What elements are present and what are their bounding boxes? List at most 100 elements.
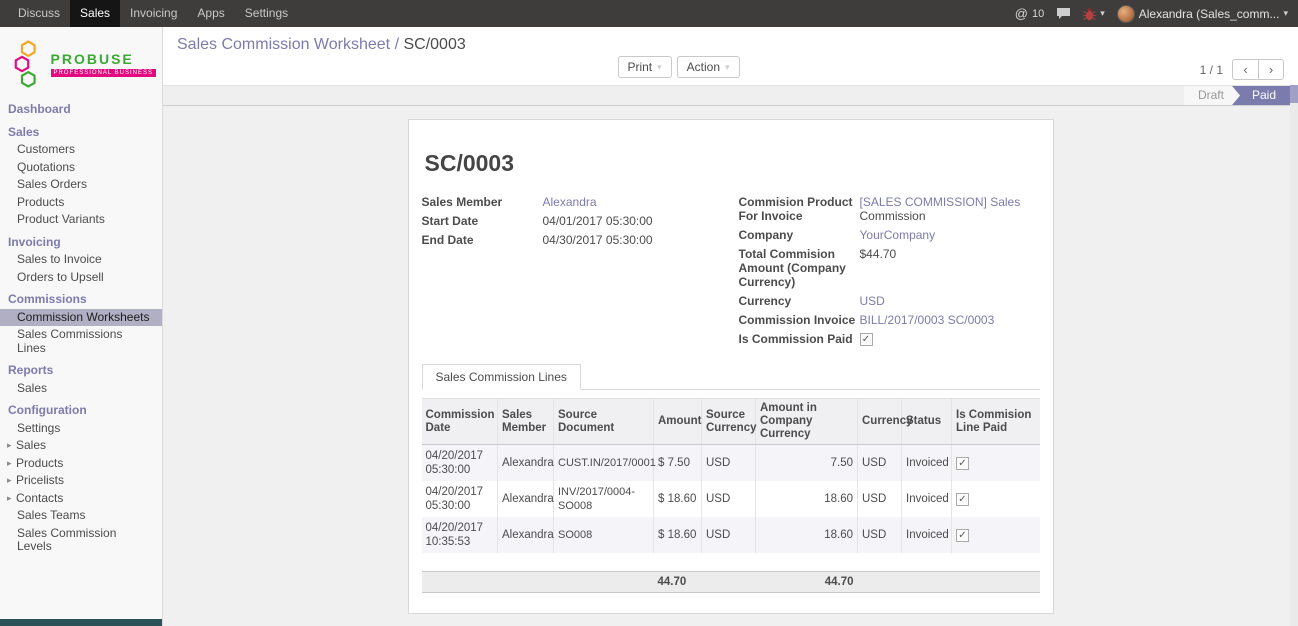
app-logo[interactable]: PROBUSE PROFESSIONAL BUSINESS (0, 27, 162, 99)
field-label-start-date: Start Date (422, 214, 539, 228)
pager-next-button[interactable]: › (1258, 59, 1284, 80)
debug-menu-button[interactable]: ▾ (1083, 7, 1105, 21)
chat-icon (1056, 7, 1071, 20)
sidebar-item-product-variants[interactable]: Product Variants (0, 211, 162, 229)
nav-menu-discuss[interactable]: Discuss (8, 0, 70, 27)
cell-line-paid: ✓ (952, 517, 1040, 553)
cell-status: Invoiced (902, 481, 952, 517)
sidebar-heading-invoicing[interactable]: Invoicing (0, 234, 162, 252)
sidebar-item-config-settings[interactable]: Settings (0, 420, 162, 438)
sidebar-heading-dashboard[interactable]: Dashboard (0, 101, 162, 119)
sidebar-heading-reports[interactable]: Reports (0, 362, 162, 380)
sidebar-heading-commissions[interactable]: Commissions (0, 291, 162, 309)
sidebar-item-config-contacts[interactable]: ▸Contacts (0, 490, 162, 508)
cell-amount: $ 18.60 (654, 481, 702, 517)
sidebar-item-config-pricelists[interactable]: ▸Pricelists (0, 472, 162, 490)
nav-menu-apps[interactable]: Apps (187, 0, 234, 27)
line-paid-checkbox[interactable]: ✓ (956, 493, 969, 506)
control-panel: Sales Commission Worksheet / SC/0003 Pri… (163, 27, 1298, 85)
is-commission-paid-checkbox[interactable]: ✓ (860, 333, 873, 346)
breadcrumb-separator: / (395, 36, 399, 53)
currency-link[interactable]: USD (860, 294, 1040, 308)
col-header-status[interactable]: Status (902, 399, 952, 445)
table-row[interactable]: 04/20/2017 05:30:00 Alexandra INV/2017/0… (422, 481, 1040, 517)
sidebar-item-commission-worksheets[interactable]: Commission Worksheets (0, 309, 162, 327)
messages-button[interactable] (1056, 7, 1071, 20)
sidebar-item-quotations[interactable]: Quotations (0, 159, 162, 177)
sidebar-item-label: Settings (17, 422, 60, 436)
scrollbar-thumb[interactable] (1290, 85, 1298, 103)
control-panel-buttons: Print ▾ Action ▾ (617, 56, 739, 78)
status-step-draft[interactable]: Draft (1184, 86, 1240, 105)
sidebar-item-config-products[interactable]: ▸Products (0, 455, 162, 473)
sidebar-section-invoicing: Invoicing Sales to Invoice Orders to Ups… (0, 234, 162, 287)
sidebar-section-commissions: Commissions Commission Worksheets Sales … (0, 291, 162, 357)
cell-company-amount: 7.50 (756, 445, 858, 482)
check-icon: ✓ (957, 530, 968, 541)
submenu-arrow-icon: ▸ (7, 474, 16, 488)
sidebar-item-sales-to-invoice[interactable]: Sales to Invoice (0, 251, 162, 269)
company-link[interactable]: YourCompany (860, 228, 1040, 242)
status-band: Draft Paid (163, 85, 1298, 106)
is-commission-paid-value: ✓ (860, 332, 1040, 346)
field-group-left: Sales Member Alexandra Start Date 04/01/… (422, 195, 731, 346)
pager-previous-button[interactable]: ‹ (1232, 59, 1258, 80)
table-header-row: Commission Date Sales Member Source Docu… (422, 399, 1040, 445)
tab-sales-commission-lines[interactable]: Sales Commission Lines (422, 364, 581, 390)
sidebar-heading-configuration[interactable]: Configuration (0, 402, 162, 420)
sidebar-item-label: Orders to Upsell (17, 271, 104, 285)
record-title: SC/0003 (425, 150, 1040, 177)
col-header-source-document[interactable]: Source Document (554, 399, 654, 445)
action-button-label: Action (687, 60, 720, 74)
sidebar-item-sales-teams[interactable]: Sales Teams (0, 507, 162, 525)
col-header-commission-date[interactable]: Commission Date (422, 399, 498, 445)
nav-menu-sales[interactable]: Sales (70, 0, 120, 27)
cell-line-paid: ✓ (952, 445, 1040, 482)
sidebar-item-sales-commissions-lines[interactable]: Sales Commissions Lines (0, 326, 162, 357)
sidebar-item-label: Contacts (16, 492, 63, 506)
sidebar-item-config-sales[interactable]: ▸Sales (0, 437, 162, 455)
action-button[interactable]: Action ▾ (677, 56, 740, 78)
sidebar-item-customers[interactable]: Customers (0, 141, 162, 159)
table-row[interactable]: 04/20/2017 10:35:53 Alexandra SO008 $ 18… (422, 517, 1040, 553)
table-row[interactable]: 04/20/2017 05:30:00 Alexandra CUST.IN/20… (422, 445, 1040, 482)
sidebar-item-orders-to-upsell[interactable]: Orders to Upsell (0, 269, 162, 287)
sidebar: PROBUSE PROFESSIONAL BUSINESS Dashboard … (0, 27, 163, 626)
col-header-currency[interactable]: Currency (858, 399, 902, 445)
col-header-amount[interactable]: Amount (654, 399, 702, 445)
col-header-is-commission-line-paid[interactable]: Is Commision Line Paid (952, 399, 1040, 445)
sales-member-link[interactable]: Alexandra (543, 195, 731, 209)
submenu-arrow-icon: ▸ (7, 492, 16, 506)
logo-tagline: PROFESSIONAL BUSINESS (51, 69, 156, 77)
field-label-is-commission-paid: Is Commission Paid (739, 332, 856, 346)
check-icon: ✓ (861, 334, 872, 345)
nav-menu-settings[interactable]: Settings (235, 0, 298, 27)
mention-count: 10 (1032, 8, 1044, 20)
col-header-amount-company-currency[interactable]: Amount in Company Currency (756, 399, 858, 445)
cell-source-currency: USD (702, 481, 756, 517)
sidebar-item-sales-orders[interactable]: Sales Orders (0, 176, 162, 194)
col-header-sales-member[interactable]: Sales Member (498, 399, 554, 445)
commission-product-value: [SALES COMMISSION] Sales Commission (860, 195, 1040, 223)
commission-invoice-link[interactable]: BILL/2017/0003 SC/0003 (860, 313, 1040, 327)
list-footer: 44.70 44.70 (422, 571, 1040, 593)
sidebar-item-label: Commission Worksheets (17, 311, 149, 325)
line-paid-checkbox[interactable]: ✓ (956, 457, 969, 470)
sidebar-item-reports-sales[interactable]: Sales (0, 380, 162, 398)
commission-product-link[interactable]: [SALES COMMISSION] Sales (860, 195, 1021, 209)
sidebar-heading-sales[interactable]: Sales (0, 124, 162, 142)
nav-menu-invoicing[interactable]: Invoicing (120, 0, 187, 27)
line-paid-checkbox[interactable]: ✓ (956, 529, 969, 542)
status-step-paid[interactable]: Paid (1232, 86, 1290, 105)
sidebar-item-sales-commission-levels[interactable]: Sales Commission Levels (0, 525, 162, 556)
user-menu[interactable]: Alexandra (Sales_comm... ▾ (1117, 5, 1288, 23)
check-icon: ✓ (957, 494, 968, 505)
print-button[interactable]: Print ▾ (617, 56, 671, 78)
breadcrumb-parent-link[interactable]: Sales Commission Worksheet (177, 36, 390, 53)
field-label-end-date: End Date (422, 233, 539, 247)
mentions-button[interactable]: @ 10 (1015, 6, 1044, 21)
sidebar-item-products[interactable]: Products (0, 194, 162, 212)
col-header-source-currency[interactable]: Source Currency (702, 399, 756, 445)
vertical-scrollbar[interactable] (1290, 85, 1298, 626)
field-group-right: Commision Product For Invoice [SALES COM… (731, 195, 1040, 346)
